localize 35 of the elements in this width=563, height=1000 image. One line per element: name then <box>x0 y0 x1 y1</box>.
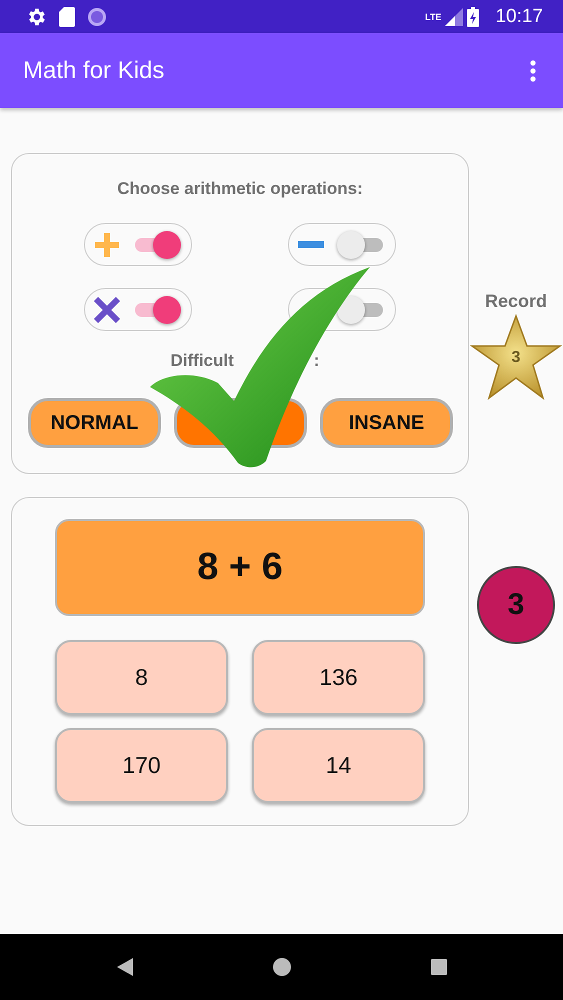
app-title: Math for Kids <box>23 56 164 84</box>
minus-icon <box>298 240 324 248</box>
difficulty-button[interactable]: NORMAL <box>28 398 161 448</box>
toggle-switch[interactable] <box>337 230 385 260</box>
network-label: LTE <box>425 12 442 22</box>
operation-toggle[interactable] <box>84 223 192 266</box>
record-label: Record <box>484 291 547 312</box>
question-display: 8 + 6 <box>55 519 425 616</box>
answer-button[interactable]: 170 <box>55 728 228 803</box>
toggle-switch[interactable] <box>133 230 181 260</box>
plus-icon <box>93 230 121 258</box>
star-icon <box>470 314 562 400</box>
recents-icon[interactable] <box>430 959 446 975</box>
operation-toggle[interactable] <box>288 223 396 266</box>
back-icon[interactable] <box>116 958 132 976</box>
operation-toggle[interactable] <box>84 288 192 331</box>
answer-button[interactable]: 14 <box>252 728 425 803</box>
score-badge: 3 <box>477 566 555 644</box>
home-icon[interactable] <box>272 958 290 976</box>
answer-button[interactable]: 8 <box>55 640 228 715</box>
answer-button[interactable]: 136 <box>252 640 425 715</box>
more-menu-icon[interactable] <box>529 58 537 82</box>
signal-icon <box>445 8 464 26</box>
operations-title: Choose arithmetic operations: <box>116 179 364 199</box>
battery-icon <box>467 6 480 26</box>
multiply-icon <box>93 296 121 324</box>
difficulty-button[interactable]: INSANE <box>320 398 453 448</box>
toggle-switch[interactable] <box>337 294 385 324</box>
toggle-switch[interactable] <box>133 294 181 324</box>
record-value: 3 <box>510 349 522 367</box>
loading-icon <box>87 6 107 26</box>
difficulty-label: Difficult <box>170 351 234 371</box>
sd-card-icon <box>59 6 75 26</box>
difficulty-label: : <box>314 351 320 371</box>
clock-time: 10:17 <box>495 6 543 28</box>
